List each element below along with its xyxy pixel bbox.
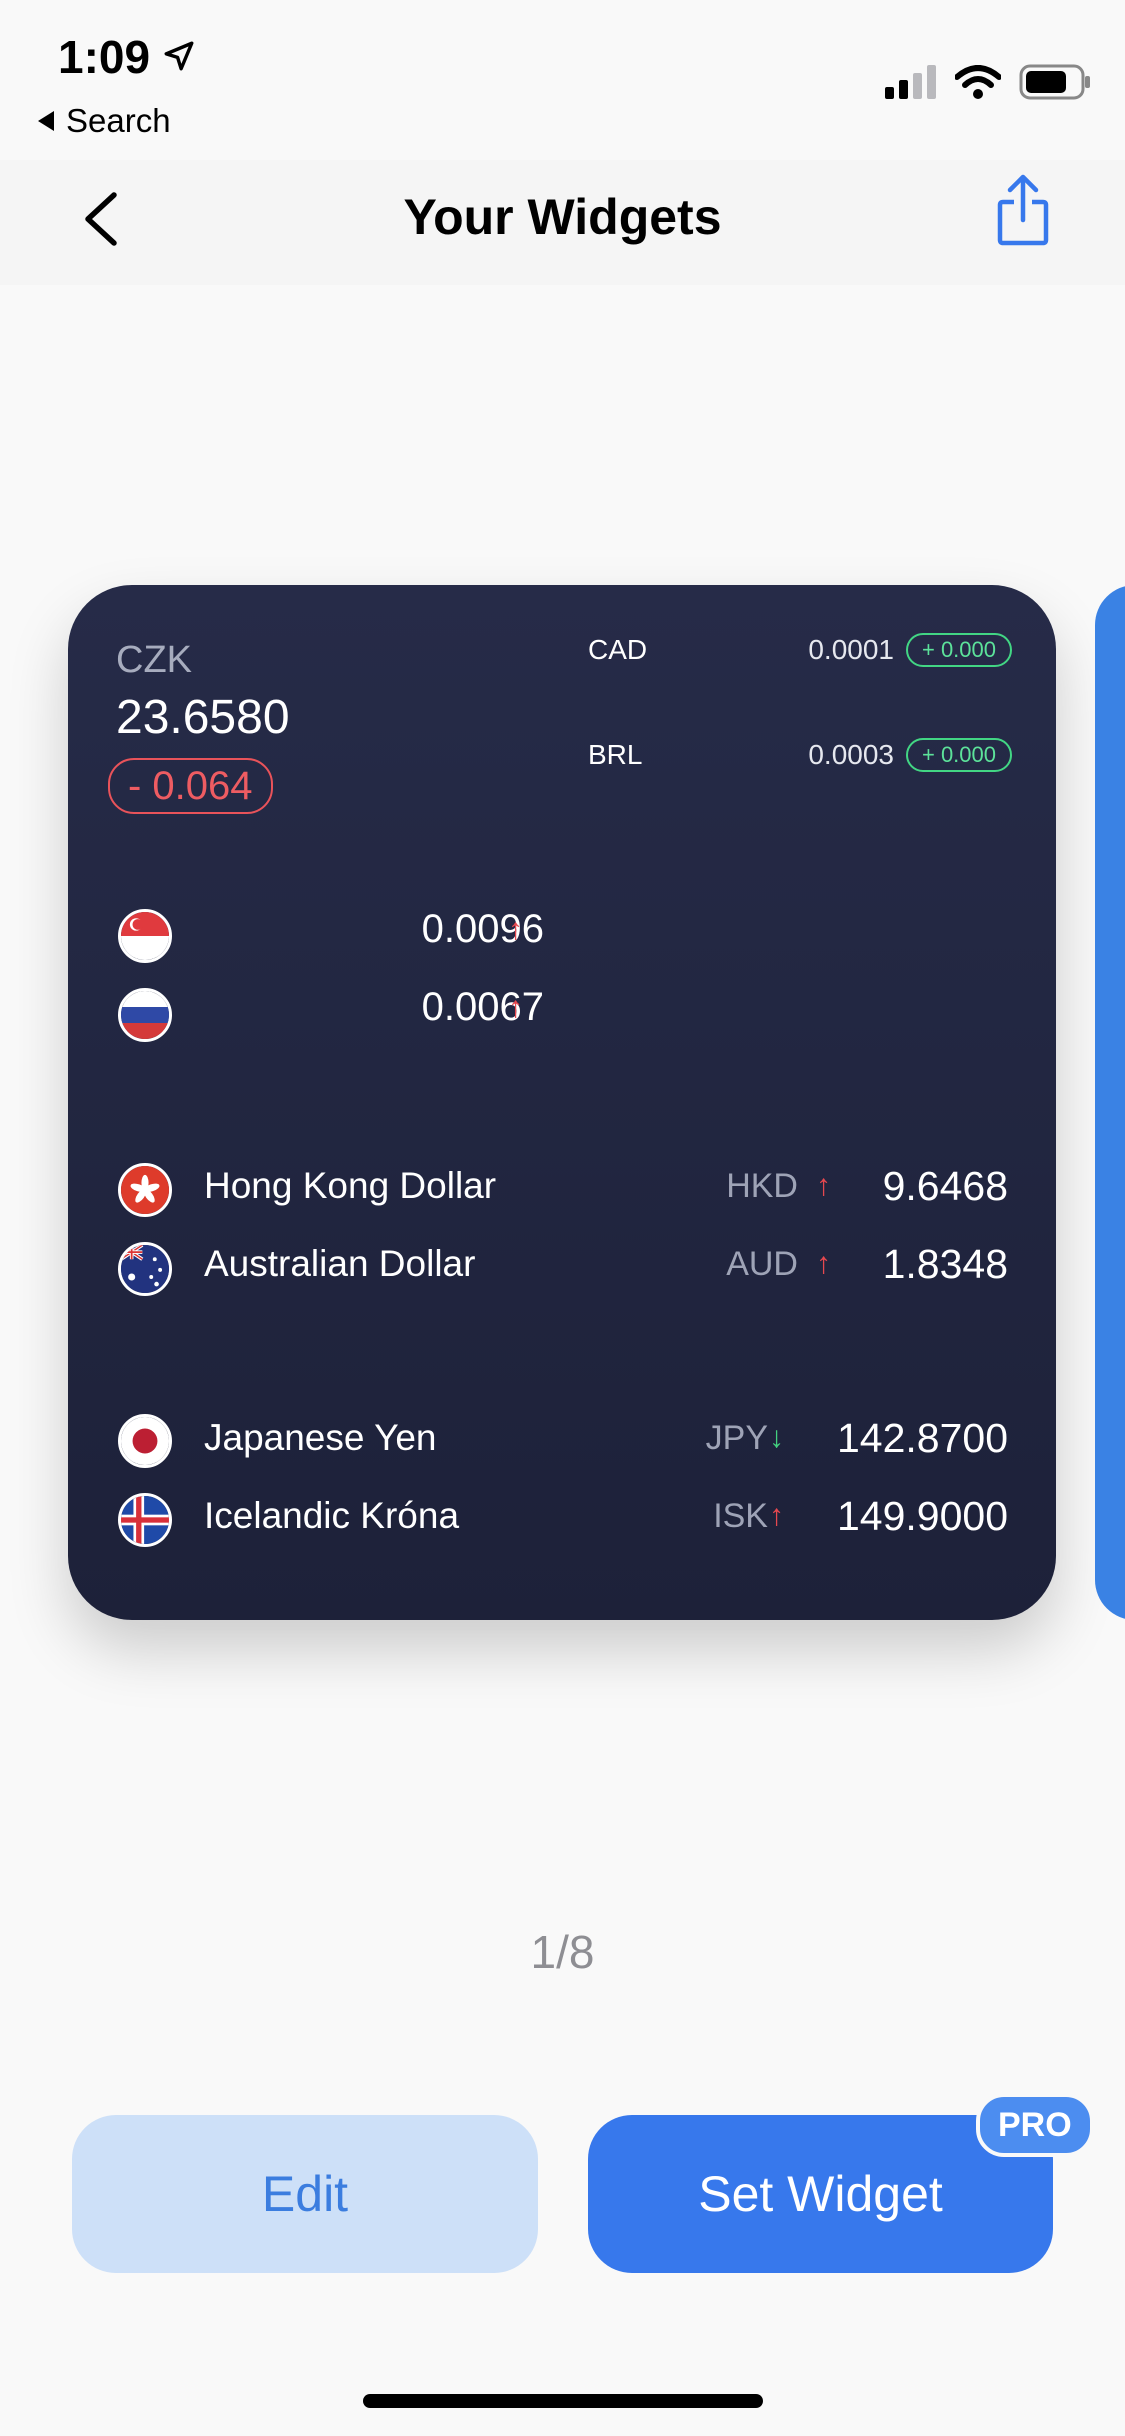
flag-row-rate: 0.0096 <box>421 907 544 951</box>
mini-currency-row: CAD 0.0001 + 0.000 <box>588 630 1012 670</box>
currency-code: JPY <box>705 1419 768 1457</box>
status-bar-time: 1:09 <box>58 30 196 84</box>
mini-currency-code: CAD <box>588 634 648 665</box>
mini-currency-code: BRL <box>588 739 643 770</box>
mini-change-badge: + 0.000 <box>905 738 1012 772</box>
australia-flag-icon <box>118 1242 172 1296</box>
mini-currency-row: BRL 0.0003 + 0.000 <box>588 735 1012 775</box>
currency-rate: 149.9000 <box>836 1493 1008 1539</box>
currency-rate: 142.8700 <box>836 1415 1008 1461</box>
primary-change-badge: - 0.064 <box>108 758 273 814</box>
primary-currency-rate: 23.6580 <box>116 691 290 744</box>
next-widget-card[interactable] <box>1095 585 1125 1620</box>
battery-icon <box>1019 64 1091 105</box>
arrow-up-icon: ↑ <box>816 1169 831 1202</box>
currency-name: Hong Kong Dollar <box>204 1165 497 1206</box>
arrow-up-icon: ↑ <box>816 1247 831 1280</box>
flag-row-rate: 0.0067 <box>421 985 544 1029</box>
back-to-app-link[interactable]: Search <box>36 102 171 140</box>
currency-name: Japanese Yen <box>204 1417 437 1458</box>
location-arrow-icon <box>162 30 196 84</box>
mini-currency-rate: 0.0003 <box>808 739 894 770</box>
primary-currency-code: CZK <box>116 639 192 681</box>
currency-rate: 1.8348 <box>882 1241 1008 1287</box>
mini-currency-rate: 0.0001 <box>808 634 894 665</box>
share-button[interactable] <box>993 172 1053 252</box>
edit-button[interactable]: Edit <box>72 2115 538 2273</box>
mini-change-badge: + 0.000 <box>905 633 1012 667</box>
currency-name: Australian Dollar <box>204 1243 476 1284</box>
arrow-up-icon: ↑ <box>508 991 523 1024</box>
currency-code: AUD <box>726 1245 798 1283</box>
status-icons <box>885 64 1091 105</box>
navigation-bar: Your Widgets <box>0 160 1125 285</box>
wifi-icon <box>954 65 1002 104</box>
home-indicator[interactable] <box>363 2394 763 2408</box>
widget-preview-card[interactable]: CZK 23.6580 - 0.064 CAD 0.0001 + 0.000 B… <box>68 585 1056 1620</box>
iceland-flag-icon <box>118 1493 172 1547</box>
currency-code: ISK <box>713 1497 768 1535</box>
arrow-up-icon: ↑ <box>769 1499 784 1532</box>
currency-name: Icelandic Króna <box>204 1495 460 1536</box>
page-indicator: 1/8 <box>530 1926 595 1978</box>
back-triangle-icon <box>36 102 56 140</box>
singapore-flag-icon <box>118 909 172 963</box>
japan-flag-icon <box>118 1414 172 1468</box>
pro-badge: PRO <box>976 2093 1094 2157</box>
hong-kong-flag-icon <box>118 1163 172 1217</box>
arrow-up-icon: ↑ <box>508 913 523 946</box>
arrow-down-icon: ↓ <box>769 1421 784 1454</box>
status-time: 1:09 <box>58 31 151 83</box>
currency-rate: 9.6468 <box>882 1163 1008 1209</box>
cellular-signal-icon <box>885 65 937 104</box>
russia-flag-icon <box>118 988 172 1042</box>
currency-code: HKD <box>726 1167 798 1205</box>
back-app-label: Search <box>66 102 171 139</box>
page-title: Your Widgets <box>403 189 722 245</box>
share-icon <box>997 174 1049 251</box>
